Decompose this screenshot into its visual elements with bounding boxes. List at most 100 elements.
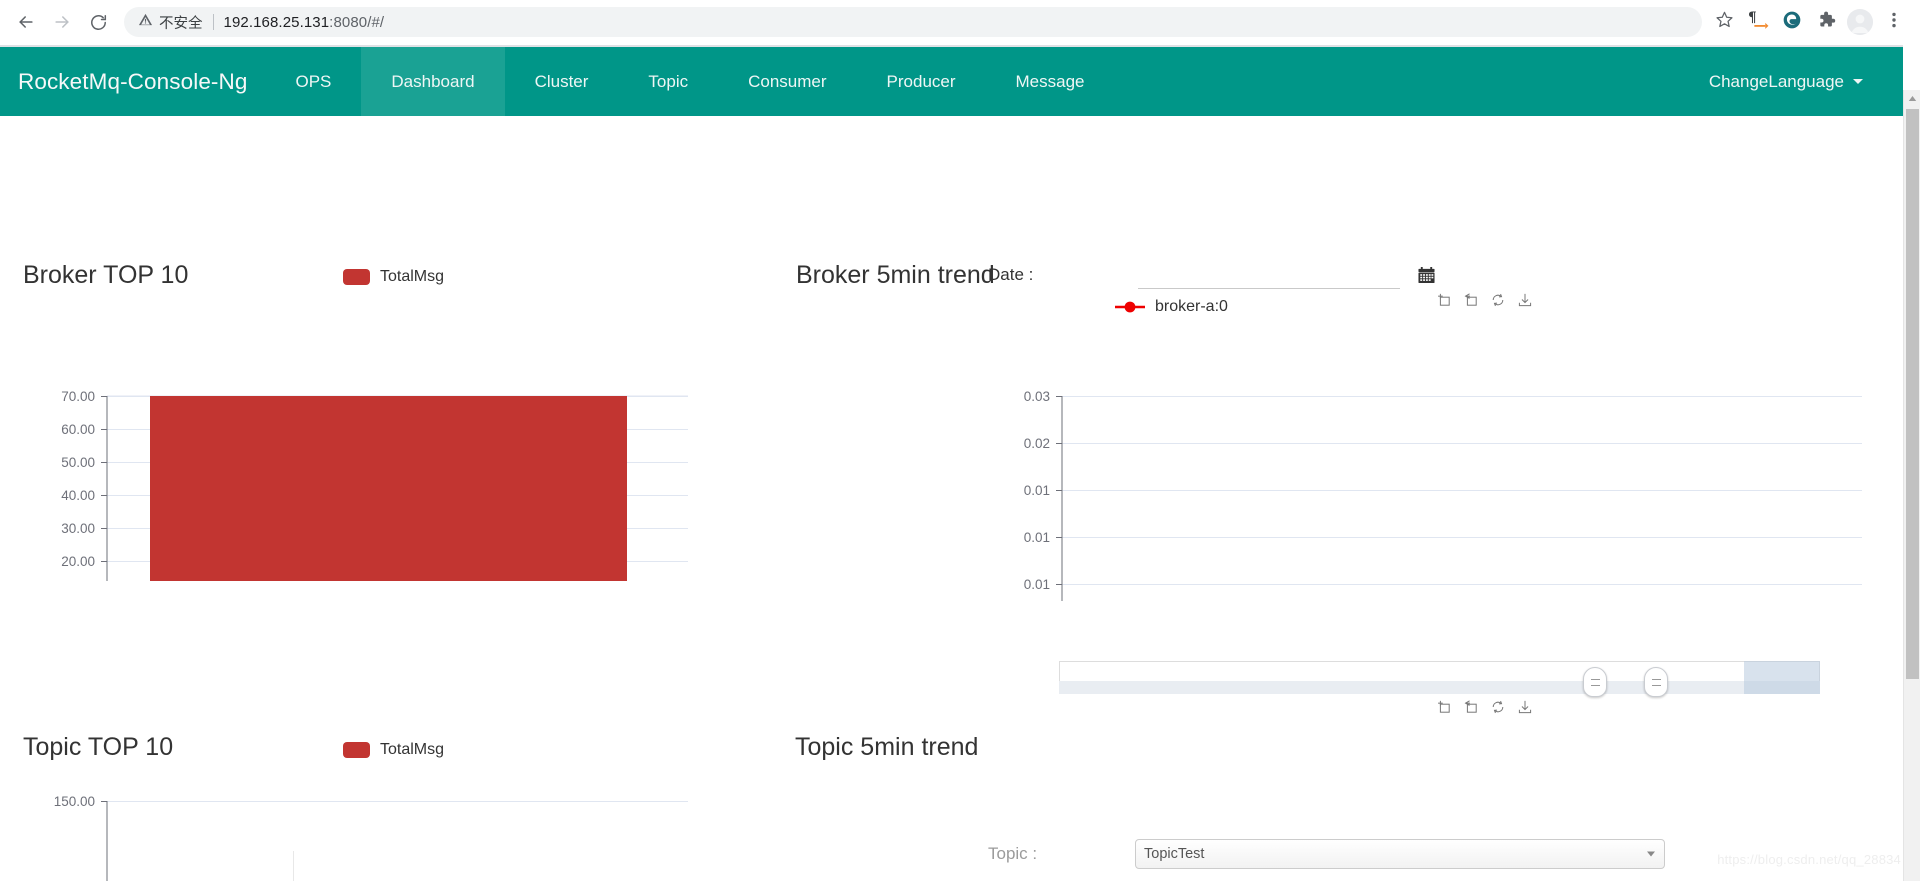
ytick-30: 30.00 xyxy=(61,521,95,536)
topic-top10-legend-label: TotalMsg xyxy=(380,741,445,758)
omnibox-divider xyxy=(212,14,214,30)
broker-top10-legend-label: TotalMsg xyxy=(380,268,445,285)
broker-top10-legend[interactable]: TotalMsg xyxy=(343,268,444,286)
chrome-menu-icon xyxy=(1886,11,1902,34)
edge-browser-button[interactable] xyxy=(1776,6,1808,38)
broker-trend-toolbox xyxy=(1436,292,1533,308)
nav-menu: OPS Dashboard Cluster Topic Consumer Pro… xyxy=(265,47,1114,116)
nav-item-dashboard[interactable]: Dashboard xyxy=(361,47,505,116)
url-host: 192.168.25.131 xyxy=(223,13,330,31)
profile-button[interactable] xyxy=(1844,6,1876,38)
ytick-150: 150.00 xyxy=(54,794,95,809)
calendar-icon[interactable] xyxy=(1418,266,1435,284)
broker-top10-title: Broker TOP 10 xyxy=(23,261,189,289)
profile-avatar-icon xyxy=(1847,9,1873,35)
warning-triangle-icon xyxy=(138,12,153,32)
url-path: :8080/#/ xyxy=(329,13,385,31)
extensions-puzzle-icon xyxy=(1817,10,1836,34)
ytick-0-01-c: 0.01 xyxy=(1024,577,1050,592)
bookmark-star-button[interactable] xyxy=(1708,6,1740,38)
scrollbar-thumb[interactable] xyxy=(1906,109,1919,679)
nav-item-producer[interactable]: Producer xyxy=(857,47,986,116)
broker-trend-title: Broker 5min trend xyxy=(796,261,995,289)
datazoom-handle-right[interactable] xyxy=(1644,667,1668,697)
bar-broker-a-0 xyxy=(150,396,627,581)
extensions-button[interactable] xyxy=(1810,6,1842,38)
topic-top10-chart[interactable]: 150.00 xyxy=(0,781,860,881)
datazoom-handle-left[interactable] xyxy=(1583,667,1607,697)
topic-trend-title: Topic 5min trend xyxy=(795,733,979,761)
svg-text:¶: ¶ xyxy=(1748,10,1757,26)
data-zoom-restore-icon[interactable] xyxy=(1463,292,1479,308)
reload-button[interactable] xyxy=(80,4,116,40)
ytick-60: 60.00 xyxy=(61,422,95,437)
topic-select[interactable]: TopicTest xyxy=(1135,839,1665,869)
topic-select-wrapper[interactable]: TopicTest xyxy=(1135,839,1665,869)
address-bar[interactable]: 不安全 192.168.25.131:8080/#/ xyxy=(124,7,1702,37)
ytick-0-01-b: 0.01 xyxy=(1024,530,1050,545)
page-scrollbar[interactable] xyxy=(1903,90,1920,881)
date-input[interactable] xyxy=(1138,261,1400,289)
nav-item-topic[interactable]: Topic xyxy=(618,47,718,116)
chevron-down-icon xyxy=(1853,79,1863,84)
ytick-70: 70.00 xyxy=(61,389,95,404)
ytick-50: 50.00 xyxy=(61,455,95,470)
datazoom-slider[interactable] xyxy=(1059,661,1820,697)
topic-filter-row: Topic : TopicTest xyxy=(988,839,1665,869)
ytick-20: 20.00 xyxy=(61,554,95,569)
ytick-0-01-a: 0.01 xyxy=(1024,483,1050,498)
left-column: Broker TOP 10 TotalMsg 70.00 60.00 50.00… xyxy=(0,116,952,881)
translate-button[interactable]: ¶ xyxy=(1742,6,1774,38)
security-warning[interactable]: 不安全 xyxy=(138,12,203,33)
app-viewport: RocketMq-Console-Ng OPS Dashboard Cluste… xyxy=(0,45,1920,881)
broker-trend-chart[interactable]: 0.03 0.02 0.01 0.01 0.01 0.00 15:56:00 xyxy=(952,311,1903,601)
data-zoom-icon[interactable] xyxy=(1436,699,1452,715)
bookmark-star-icon xyxy=(1715,10,1734,34)
datazoom-fill xyxy=(1059,681,1820,694)
browser-action-icons: ¶ xyxy=(1708,6,1910,38)
ytick-40: 40.00 xyxy=(61,488,95,503)
browser-toolbar: 不安全 192.168.25.131:8080/#/ ¶ xyxy=(0,0,1920,45)
app-navbar: RocketMq-Console-Ng OPS Dashboard Cluste… xyxy=(0,45,1903,116)
forward-button[interactable] xyxy=(44,4,80,40)
refresh-icon[interactable] xyxy=(1490,699,1506,715)
nav-item-consumer[interactable]: Consumer xyxy=(718,47,856,116)
app-brand[interactable]: RocketMq-Console-Ng xyxy=(0,47,265,116)
forward-arrow-icon xyxy=(52,12,72,32)
nav-item-ops[interactable]: OPS xyxy=(265,47,361,116)
edge-browser-icon xyxy=(1782,10,1802,35)
back-button[interactable] xyxy=(8,4,44,40)
nav-item-message[interactable]: Message xyxy=(986,47,1115,116)
date-filter-row: Date : xyxy=(988,261,1488,289)
nav-item-cluster[interactable]: Cluster xyxy=(505,47,619,116)
refresh-icon[interactable] xyxy=(1490,292,1506,308)
save-image-icon[interactable] xyxy=(1517,699,1533,715)
scrollbar-up-arrow[interactable] xyxy=(1904,90,1920,107)
back-arrow-icon xyxy=(16,12,36,32)
dashboard-body: Broker TOP 10 TotalMsg 70.00 60.00 50.00… xyxy=(0,116,1903,881)
topic-label: Topic : xyxy=(988,844,1038,863)
url-text: 192.168.25.131:8080/#/ xyxy=(224,14,385,31)
legend-swatch-icon xyxy=(343,269,370,285)
topic-top10-legend[interactable]: TotalMsg xyxy=(343,741,444,759)
ytick-0-03: 0.03 xyxy=(1024,389,1050,404)
translate-icon: ¶ xyxy=(1747,9,1769,35)
save-image-icon[interactable] xyxy=(1517,292,1533,308)
change-language-dropdown[interactable]: ChangeLanguage xyxy=(1689,47,1903,116)
right-column: Date : Broker 5min trend broker-a:0 0.03… xyxy=(795,116,1903,881)
topic-top10-title: Topic TOP 10 xyxy=(23,733,174,761)
topic-trend-toolbox xyxy=(1436,699,1533,715)
security-label: 不安全 xyxy=(159,15,203,32)
legend-swatch-icon xyxy=(343,742,370,758)
reload-icon xyxy=(89,13,108,32)
broker-top10-chart[interactable]: 70.00 60.00 50.00 40.00 30.00 20.00 10.0… xyxy=(0,311,860,581)
watermark-text: https://blog.csdn.net/qq_28834 xyxy=(1717,852,1901,867)
data-zoom-icon[interactable] xyxy=(1436,292,1452,308)
data-zoom-restore-icon[interactable] xyxy=(1463,699,1479,715)
date-label: Date : xyxy=(988,265,1034,284)
change-language-label: ChangeLanguage xyxy=(1708,71,1844,91)
chrome-menu-button[interactable] xyxy=(1878,6,1910,38)
datazoom-selected-window[interactable] xyxy=(1744,661,1820,694)
ytick-0-02: 0.02 xyxy=(1024,436,1050,451)
